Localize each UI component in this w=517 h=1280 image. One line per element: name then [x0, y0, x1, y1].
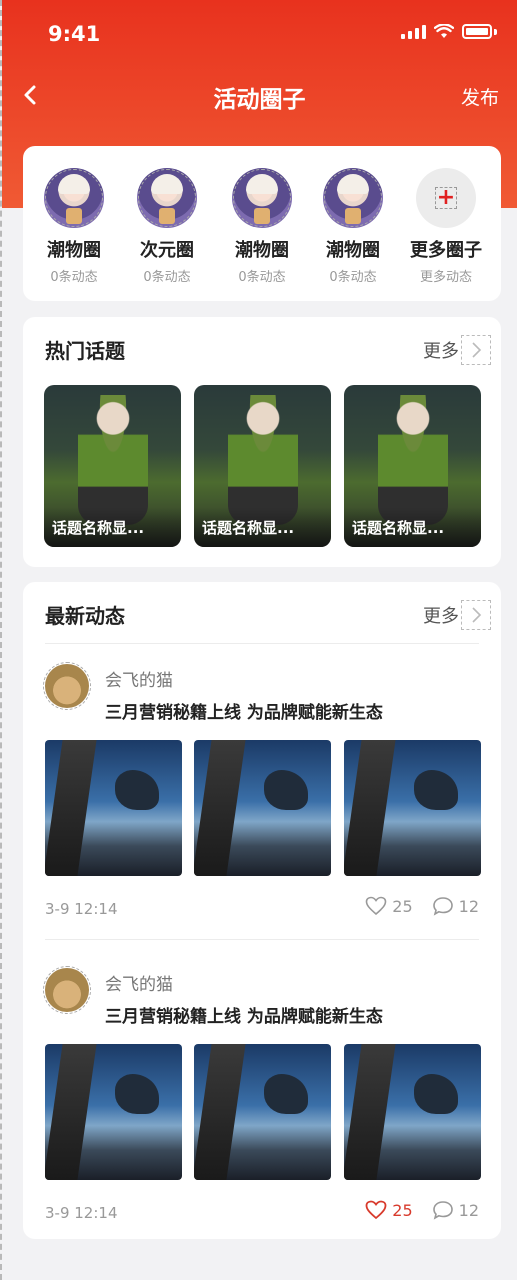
more-circles-button[interactable]: + 更多圈子 更多动态: [406, 168, 486, 285]
hot-topics-title: 热门话题: [45, 339, 125, 363]
circle-item[interactable]: 潮物圈 0条动态: [34, 168, 114, 285]
like-button[interactable]: 25: [364, 1198, 413, 1222]
comment-button[interactable]: 12: [431, 1198, 479, 1222]
more-circles-avatar: +: [416, 168, 476, 228]
topic-card[interactable]: 话题名称显...: [344, 385, 481, 547]
topic-image: [378, 395, 448, 525]
post-time: 3-9 12:14: [45, 1204, 118, 1222]
page-title: 活动圈子: [213, 87, 306, 113]
circle-item[interactable]: 潮物圈 0条动态: [313, 168, 393, 285]
circle-item[interactable]: 潮物圈 0条动态: [222, 168, 302, 285]
comment-icon: [431, 1198, 455, 1222]
more-label: 更多: [423, 341, 459, 362]
topic-card[interactable]: 话题名称显...: [194, 385, 331, 547]
circles-card: 潮物圈 0条动态 次元圈 0条动态 潮物圈 0条动态 潮物圈 0条动态 + 更多…: [23, 146, 501, 301]
user-avatar[interactable]: [43, 662, 91, 710]
divider: [45, 939, 479, 940]
circle-avatar: [137, 168, 197, 228]
user-avatar[interactable]: [43, 966, 91, 1014]
circle-name: 潮物圈: [235, 240, 289, 261]
more-circles-sub: 更多动态: [419, 270, 472, 285]
circle-count: 0条动态: [50, 270, 98, 285]
chevron-right-icon: [461, 335, 491, 365]
divider: [45, 643, 479, 644]
comment-icon: [431, 894, 455, 918]
post-text: 三月营销秘籍上线 为品牌赋能新生态: [105, 703, 383, 723]
post-image[interactable]: [344, 1044, 481, 1180]
circle-avatar: [44, 168, 104, 228]
circle-avatar: [232, 168, 292, 228]
topic-label: 话题名称显...: [344, 507, 481, 547]
topic-label: 话题名称显...: [44, 507, 181, 547]
post-image[interactable]: [344, 740, 481, 876]
heart-icon: [364, 1198, 388, 1222]
comment-count: 12: [458, 1200, 479, 1220]
circle-name: 潮物圈: [326, 240, 380, 261]
topic-label: 话题名称显...: [194, 507, 331, 547]
post-stats: 25 12: [364, 894, 479, 918]
status-icons: [401, 24, 497, 39]
like-count: 25: [392, 896, 413, 916]
post-stats: 25 12: [364, 1198, 479, 1222]
post-image[interactable]: [45, 740, 182, 876]
more-circles-label: 更多圈子: [410, 240, 482, 261]
publish-button[interactable]: 发布: [461, 83, 499, 110]
latest-feed-card: 最新动态 更多 会飞的猫 三月营销秘籍上线 为品牌赋能新生态 3-9 12:14…: [23, 582, 501, 1239]
post-text: 三月营销秘籍上线 为品牌赋能新生态: [105, 1007, 383, 1027]
nav-bar: 活动圈子 发布: [2, 70, 517, 120]
status-bar: 9:41: [2, 0, 517, 70]
post-item[interactable]: 会飞的猫 三月营销秘籍上线 为品牌赋能新生态 3-9 12:14 25 12: [23, 662, 501, 954]
plus-icon: +: [435, 185, 457, 210]
more-label: 更多: [423, 606, 459, 627]
topic-image: [78, 395, 148, 525]
latest-feed-more-button[interactable]: 更多: [423, 600, 491, 630]
circle-count: 0条动态: [143, 270, 191, 285]
battery-icon: [462, 24, 492, 39]
post-username[interactable]: 会飞的猫: [105, 666, 173, 691]
post-item[interactable]: 会飞的猫 三月营销秘籍上线 为品牌赋能新生态 3-9 12:14 25 12: [23, 966, 501, 1258]
signal-icon: [401, 24, 426, 39]
circle-item[interactable]: 次元圈 0条动态: [127, 168, 207, 285]
circle-avatar: [323, 168, 383, 228]
chevron-right-icon: [461, 600, 491, 630]
topic-image: [228, 395, 298, 525]
status-time: 9:41: [48, 22, 101, 46]
like-button[interactable]: 25: [364, 894, 413, 918]
post-username[interactable]: 会飞的猫: [105, 970, 173, 995]
like-count: 25: [392, 1200, 413, 1220]
heart-icon: [364, 894, 388, 918]
comment-button[interactable]: 12: [431, 894, 479, 918]
hot-topics-card: 热门话题 更多 话题名称显... 话题名称显... 话题名称显...: [23, 317, 501, 567]
post-time: 3-9 12:14: [45, 900, 118, 918]
comment-count: 12: [458, 896, 479, 916]
battery-tip: [494, 28, 497, 35]
hot-topics-more-button[interactable]: 更多: [423, 335, 491, 365]
latest-feed-title: 最新动态: [45, 604, 125, 628]
post-image[interactable]: [194, 740, 331, 876]
post-image[interactable]: [45, 1044, 182, 1180]
topic-card[interactable]: 话题名称显...: [44, 385, 181, 547]
circle-name: 潮物圈: [47, 240, 101, 261]
wifi-icon: [434, 24, 454, 38]
circle-count: 0条动态: [238, 270, 286, 285]
post-image[interactable]: [194, 1044, 331, 1180]
circle-name: 次元圈: [140, 240, 194, 261]
circle-count: 0条动态: [329, 270, 377, 285]
